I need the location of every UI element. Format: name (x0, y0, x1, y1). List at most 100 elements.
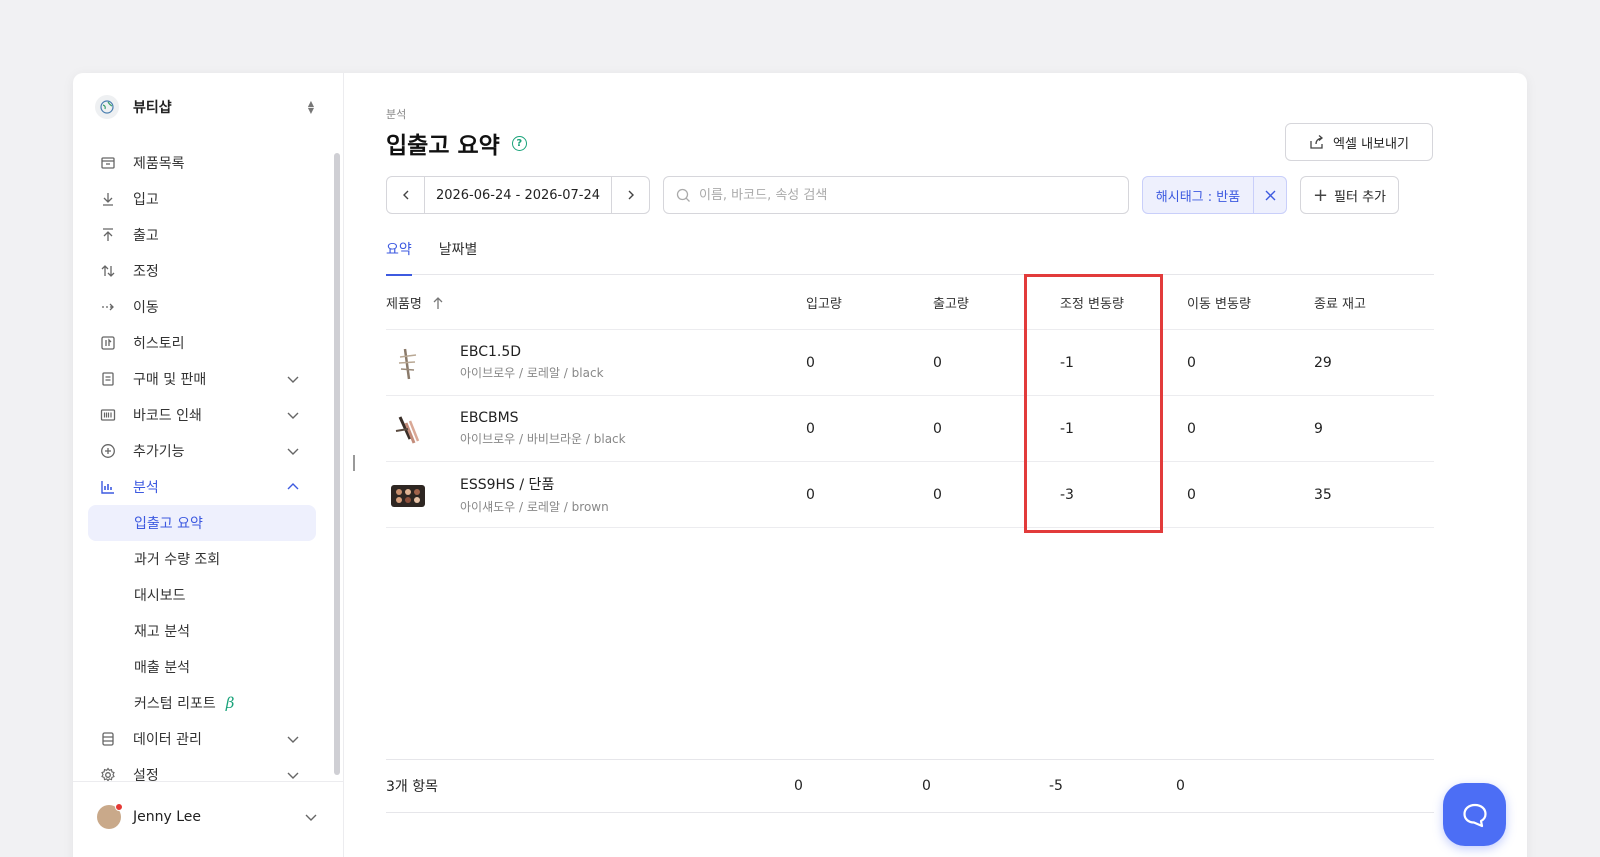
sidebar-subitem-custom-report[interactable]: 커스텀 리포트 β (73, 685, 328, 721)
sidebar-item-label: 추가기능 (133, 444, 185, 460)
user-menu[interactable]: Jenny Lee (73, 781, 344, 851)
arrow-up-icon (99, 226, 117, 244)
add-filter-label: 필터 추가 (1334, 189, 1387, 205)
export-icon (1310, 135, 1324, 149)
sidebar-item-label: 바코드 인쇄 (133, 408, 202, 424)
search-input[interactable] (699, 187, 1099, 203)
sidebar: 뷰티샵 ▲ ▼ 제품목록 입고 출고 조정 이동 히스토리 구매 및 판매 바코… (73, 73, 344, 857)
sidebar-item-barcode[interactable]: 바코드 인쇄 (73, 397, 328, 433)
product-name: EBC1.5D (460, 344, 522, 360)
chevron-down-icon (287, 376, 299, 383)
remove-filter-button[interactable] (1253, 177, 1286, 213)
database-icon (99, 730, 117, 748)
export-label: 엑셀 내보내기 (1333, 136, 1409, 152)
sidebar-item-outbound[interactable]: 출고 (73, 217, 328, 253)
sidebar-item-label: 구매 및 판매 (133, 372, 207, 388)
column-header-product[interactable]: 제품명 (386, 293, 806, 312)
cell-inbound: 0 (806, 486, 815, 503)
globe-icon (95, 95, 119, 119)
sidebar-item-inbound[interactable]: 입고 (73, 181, 328, 217)
sidebar-item-addons[interactable]: 추가기능 (73, 433, 328, 469)
table-header: 제품명 입고량 출고량 조정 변동량 이동 변동량 종료 재고 (386, 276, 1434, 330)
add-filter-button[interactable]: + 필터 추가 (1300, 176, 1399, 214)
sidebar-item-adjust[interactable]: 조정 (73, 253, 328, 289)
sidebar-subitem-sales-analysis[interactable]: 매출 분석 (73, 649, 328, 685)
tab-by-date[interactable]: 날짜별 (439, 236, 478, 275)
sidebar-item-label: 데이터 관리 (133, 732, 202, 748)
cell-ending-stock: 9 (1314, 420, 1323, 437)
table-row[interactable]: ESS9HS / 단품 아이섀도우 / 로레알 / brown 0 0 -3 0… (386, 462, 1434, 528)
sidebar-scrollbar[interactable] (334, 153, 340, 775)
user-name: Jenny Lee (133, 808, 202, 825)
next-period-button[interactable] (612, 177, 649, 213)
cell-transfer: 0 (1187, 354, 1196, 371)
help-icon[interactable]: ? (511, 135, 527, 151)
sidebar-item-label: 입출고 요약 (134, 516, 203, 532)
tab-bar: 요약 날짜별 (386, 236, 1434, 276)
column-header-inbound[interactable]: 입고량 (806, 293, 933, 312)
total-inbound: 0 (794, 778, 803, 794)
sidebar-item-label: 입고 (133, 192, 159, 208)
cell-ending-stock: 35 (1314, 486, 1332, 503)
sidebar-nav: 제품목록 입고 출고 조정 이동 히스토리 구매 및 판매 바코드 인쇄 추가기… (73, 145, 328, 793)
chevron-down-icon (287, 736, 299, 743)
table-row[interactable]: EBCBMS 아이브로우 / 바비브라운 / black 0 0 -1 0 9 (386, 396, 1434, 462)
sidebar-item-analysis[interactable]: 분석 (73, 469, 328, 505)
cell-inbound: 0 (806, 420, 815, 437)
product-name: ESS9HS / 단품 (460, 477, 555, 493)
export-excel-button[interactable]: 엑셀 내보내기 (1285, 123, 1433, 161)
chevron-left-icon (402, 190, 408, 200)
total-transfer: 0 (1176, 778, 1185, 794)
breadcrumb[interactable]: 분석 (386, 106, 406, 122)
date-range-picker: 2026-06-24 - 2026-07-24 (386, 176, 650, 214)
sidebar-subitem-dashboard[interactable]: 대시보드 (73, 577, 328, 613)
sidebar-item-label: 대시보드 (134, 588, 186, 604)
summary-table: 제품명 입고량 출고량 조정 변동량 이동 변동량 종료 재고 EBC1.5D … (386, 276, 1434, 528)
main-content: 분석 입출고 요약 ? 엑셀 내보내기 2026-06-24 - 2026-07… (344, 73, 1527, 857)
sidebar-item-products[interactable]: 제품목록 (73, 145, 328, 181)
adjust-column-highlight (1024, 274, 1163, 533)
chevron-down-icon (287, 772, 299, 779)
column-header-ending-stock[interactable]: 종료 재고 (1314, 293, 1424, 312)
sidebar-subitem-stock-analysis[interactable]: 재고 분석 (73, 613, 328, 649)
tab-summary[interactable]: 요약 (386, 236, 412, 276)
document-icon (99, 370, 117, 388)
chevron-right-icon (628, 190, 634, 200)
column-header-label: 제품명 (386, 297, 422, 312)
chat-support-button[interactable] (1443, 783, 1506, 846)
date-range-display[interactable]: 2026-06-24 - 2026-07-24 (424, 177, 612, 213)
history-icon (99, 334, 117, 352)
chevron-down-icon (287, 448, 299, 455)
filter-chip-hashtag: 해시태그 : 반품 (1142, 176, 1287, 214)
sidebar-item-label: 분석 (133, 480, 159, 496)
cell-transfer: 0 (1187, 420, 1196, 437)
chevron-up-icon (287, 483, 299, 490)
cell-inbound: 0 (806, 354, 815, 371)
table-footer-totals: 3개 항목 0 0 -5 0 (386, 759, 1434, 813)
sidebar-item-transfer[interactable]: 이동 (73, 289, 328, 325)
store-switcher[interactable]: 뷰티샵 ▲ ▼ (95, 95, 317, 119)
sidebar-subitem-past-quantity[interactable]: 과거 수량 조회 (73, 541, 328, 577)
prev-period-button[interactable] (387, 177, 424, 213)
chat-bubble-icon (1462, 803, 1487, 827)
sidebar-item-label: 조정 (133, 264, 159, 280)
cell-transfer: 0 (1187, 486, 1196, 503)
avatar (97, 802, 123, 829)
beta-badge: β (225, 694, 235, 712)
sidebar-item-label: 출고 (133, 228, 159, 244)
sidebar-item-purchase-sales[interactable]: 구매 및 판매 (73, 361, 328, 397)
total-adjust: -5 (1049, 778, 1063, 794)
sidebar-item-history[interactable]: 히스토리 (73, 325, 328, 361)
product-thumbnail (386, 407, 430, 451)
sidebar-subitem-inout-summary[interactable]: 입출고 요약 (88, 505, 316, 541)
sidebar-item-data-management[interactable]: 데이터 관리 (73, 721, 328, 757)
barcode-icon (99, 406, 117, 424)
column-header-transfer[interactable]: 이동 변동량 (1187, 293, 1314, 312)
filter-chip-label[interactable]: 해시태그 : 반품 (1143, 177, 1253, 213)
sort-ascending-icon (433, 296, 443, 309)
item-count: 3개 항목 (386, 779, 438, 795)
plus-icon: + (1312, 184, 1329, 206)
page-title-text: 입출고 요약 (386, 133, 500, 159)
table-row[interactable]: EBC1.5D 아이브로우 / 로레알 / black 0 0 -1 0 29 (386, 330, 1434, 396)
store-name: 뷰티샵 (133, 100, 172, 116)
